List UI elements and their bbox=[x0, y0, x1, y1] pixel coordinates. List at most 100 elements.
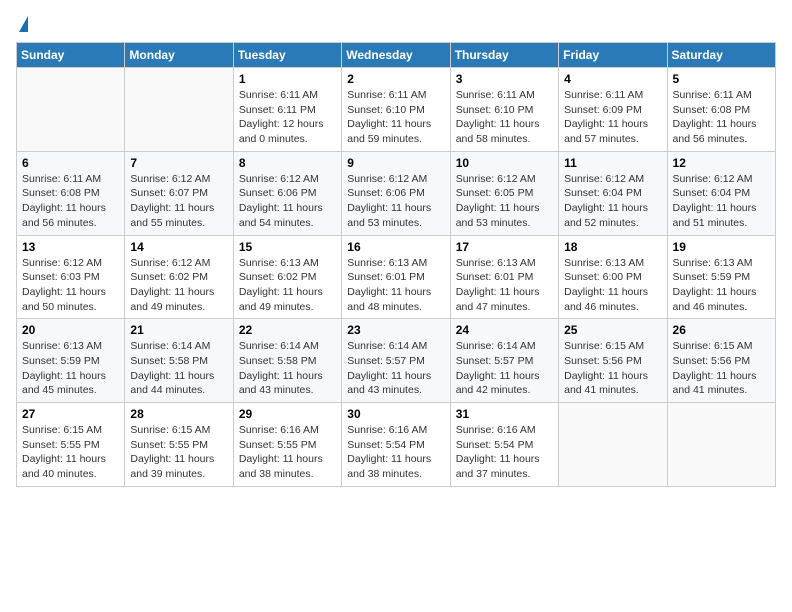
day-number: 2 bbox=[347, 72, 444, 86]
day-number: 11 bbox=[564, 156, 661, 170]
day-number: 17 bbox=[456, 240, 553, 254]
calendar-day-cell: 12 Sunrise: 6:12 AMSunset: 6:04 PMDaylig… bbox=[667, 151, 775, 235]
day-number: 26 bbox=[673, 323, 770, 337]
day-info: Sunrise: 6:14 AMSunset: 5:57 PMDaylight:… bbox=[347, 340, 431, 396]
weekday-header-cell: Tuesday bbox=[233, 43, 341, 68]
calendar-day-cell: 18 Sunrise: 6:13 AMSunset: 6:00 PMDaylig… bbox=[559, 235, 667, 319]
day-info: Sunrise: 6:13 AMSunset: 5:59 PMDaylight:… bbox=[673, 257, 757, 313]
weekday-header-cell: Friday bbox=[559, 43, 667, 68]
calendar-day-cell: 8 Sunrise: 6:12 AMSunset: 6:06 PMDayligh… bbox=[233, 151, 341, 235]
day-number: 19 bbox=[673, 240, 770, 254]
calendar-day-cell: 24 Sunrise: 6:14 AMSunset: 5:57 PMDaylig… bbox=[450, 319, 558, 403]
calendar-day-cell bbox=[17, 68, 125, 152]
logo bbox=[16, 16, 28, 30]
calendar-day-cell: 14 Sunrise: 6:12 AMSunset: 6:02 PMDaylig… bbox=[125, 235, 233, 319]
weekday-header-cell: Thursday bbox=[450, 43, 558, 68]
day-number: 20 bbox=[22, 323, 119, 337]
day-info: Sunrise: 6:11 AMSunset: 6:11 PMDaylight:… bbox=[239, 89, 324, 145]
day-info: Sunrise: 6:13 AMSunset: 6:00 PMDaylight:… bbox=[564, 257, 648, 313]
calendar-day-cell: 30 Sunrise: 6:16 AMSunset: 5:54 PMDaylig… bbox=[342, 403, 450, 487]
calendar-day-cell: 28 Sunrise: 6:15 AMSunset: 5:55 PMDaylig… bbox=[125, 403, 233, 487]
calendar-table: SundayMondayTuesdayWednesdayThursdayFrid… bbox=[16, 42, 776, 487]
calendar-day-cell: 16 Sunrise: 6:13 AMSunset: 6:01 PMDaylig… bbox=[342, 235, 450, 319]
day-info: Sunrise: 6:12 AMSunset: 6:07 PMDaylight:… bbox=[130, 173, 214, 229]
day-number: 7 bbox=[130, 156, 227, 170]
day-info: Sunrise: 6:16 AMSunset: 5:55 PMDaylight:… bbox=[239, 424, 323, 480]
calendar-day-cell: 5 Sunrise: 6:11 AMSunset: 6:08 PMDayligh… bbox=[667, 68, 775, 152]
day-number: 22 bbox=[239, 323, 336, 337]
calendar-day-cell: 13 Sunrise: 6:12 AMSunset: 6:03 PMDaylig… bbox=[17, 235, 125, 319]
day-number: 21 bbox=[130, 323, 227, 337]
day-number: 28 bbox=[130, 407, 227, 421]
day-number: 1 bbox=[239, 72, 336, 86]
calendar-week-row: 27 Sunrise: 6:15 AMSunset: 5:55 PMDaylig… bbox=[17, 403, 776, 487]
calendar-day-cell bbox=[125, 68, 233, 152]
calendar-day-cell: 31 Sunrise: 6:16 AMSunset: 5:54 PMDaylig… bbox=[450, 403, 558, 487]
day-info: Sunrise: 6:12 AMSunset: 6:02 PMDaylight:… bbox=[130, 257, 214, 313]
calendar-day-cell: 19 Sunrise: 6:13 AMSunset: 5:59 PMDaylig… bbox=[667, 235, 775, 319]
day-info: Sunrise: 6:13 AMSunset: 6:01 PMDaylight:… bbox=[347, 257, 431, 313]
calendar-day-cell: 23 Sunrise: 6:14 AMSunset: 5:57 PMDaylig… bbox=[342, 319, 450, 403]
day-number: 4 bbox=[564, 72, 661, 86]
calendar-day-cell: 4 Sunrise: 6:11 AMSunset: 6:09 PMDayligh… bbox=[559, 68, 667, 152]
calendar-day-cell: 11 Sunrise: 6:12 AMSunset: 6:04 PMDaylig… bbox=[559, 151, 667, 235]
day-number: 5 bbox=[673, 72, 770, 86]
calendar-day-cell: 22 Sunrise: 6:14 AMSunset: 5:58 PMDaylig… bbox=[233, 319, 341, 403]
weekday-header-cell: Monday bbox=[125, 43, 233, 68]
weekday-header-cell: Saturday bbox=[667, 43, 775, 68]
calendar-day-cell: 10 Sunrise: 6:12 AMSunset: 6:05 PMDaylig… bbox=[450, 151, 558, 235]
calendar-week-row: 1 Sunrise: 6:11 AMSunset: 6:11 PMDayligh… bbox=[17, 68, 776, 152]
calendar-week-row: 13 Sunrise: 6:12 AMSunset: 6:03 PMDaylig… bbox=[17, 235, 776, 319]
day-number: 18 bbox=[564, 240, 661, 254]
day-info: Sunrise: 6:16 AMSunset: 5:54 PMDaylight:… bbox=[347, 424, 431, 480]
calendar-day-cell bbox=[667, 403, 775, 487]
day-info: Sunrise: 6:14 AMSunset: 5:57 PMDaylight:… bbox=[456, 340, 540, 396]
calendar-body: 1 Sunrise: 6:11 AMSunset: 6:11 PMDayligh… bbox=[17, 68, 776, 487]
logo-triangle-icon bbox=[19, 16, 28, 32]
calendar-day-cell: 27 Sunrise: 6:15 AMSunset: 5:55 PMDaylig… bbox=[17, 403, 125, 487]
day-info: Sunrise: 6:16 AMSunset: 5:54 PMDaylight:… bbox=[456, 424, 540, 480]
day-number: 6 bbox=[22, 156, 119, 170]
weekday-header-cell: Wednesday bbox=[342, 43, 450, 68]
day-info: Sunrise: 6:12 AMSunset: 6:06 PMDaylight:… bbox=[239, 173, 323, 229]
day-info: Sunrise: 6:15 AMSunset: 5:55 PMDaylight:… bbox=[22, 424, 106, 480]
day-number: 14 bbox=[130, 240, 227, 254]
day-info: Sunrise: 6:11 AMSunset: 6:08 PMDaylight:… bbox=[673, 89, 757, 145]
day-number: 31 bbox=[456, 407, 553, 421]
calendar-day-cell: 2 Sunrise: 6:11 AMSunset: 6:10 PMDayligh… bbox=[342, 68, 450, 152]
day-number: 10 bbox=[456, 156, 553, 170]
weekday-header-cell: Sunday bbox=[17, 43, 125, 68]
day-info: Sunrise: 6:12 AMSunset: 6:03 PMDaylight:… bbox=[22, 257, 106, 313]
day-number: 3 bbox=[456, 72, 553, 86]
calendar-day-cell: 6 Sunrise: 6:11 AMSunset: 6:08 PMDayligh… bbox=[17, 151, 125, 235]
calendar-day-cell: 15 Sunrise: 6:13 AMSunset: 6:02 PMDaylig… bbox=[233, 235, 341, 319]
calendar-day-cell: 3 Sunrise: 6:11 AMSunset: 6:10 PMDayligh… bbox=[450, 68, 558, 152]
day-info: Sunrise: 6:13 AMSunset: 5:59 PMDaylight:… bbox=[22, 340, 106, 396]
day-info: Sunrise: 6:15 AMSunset: 5:56 PMDaylight:… bbox=[564, 340, 648, 396]
calendar-day-cell: 21 Sunrise: 6:14 AMSunset: 5:58 PMDaylig… bbox=[125, 319, 233, 403]
day-number: 29 bbox=[239, 407, 336, 421]
day-number: 13 bbox=[22, 240, 119, 254]
page-header bbox=[16, 16, 776, 30]
day-info: Sunrise: 6:12 AMSunset: 6:05 PMDaylight:… bbox=[456, 173, 540, 229]
calendar-day-cell bbox=[559, 403, 667, 487]
day-info: Sunrise: 6:13 AMSunset: 6:02 PMDaylight:… bbox=[239, 257, 323, 313]
day-number: 12 bbox=[673, 156, 770, 170]
day-info: Sunrise: 6:14 AMSunset: 5:58 PMDaylight:… bbox=[239, 340, 323, 396]
day-info: Sunrise: 6:12 AMSunset: 6:06 PMDaylight:… bbox=[347, 173, 431, 229]
day-info: Sunrise: 6:11 AMSunset: 6:10 PMDaylight:… bbox=[347, 89, 431, 145]
calendar-day-cell: 9 Sunrise: 6:12 AMSunset: 6:06 PMDayligh… bbox=[342, 151, 450, 235]
day-number: 16 bbox=[347, 240, 444, 254]
calendar-day-cell: 7 Sunrise: 6:12 AMSunset: 6:07 PMDayligh… bbox=[125, 151, 233, 235]
day-info: Sunrise: 6:14 AMSunset: 5:58 PMDaylight:… bbox=[130, 340, 214, 396]
day-number: 30 bbox=[347, 407, 444, 421]
calendar-day-cell: 17 Sunrise: 6:13 AMSunset: 6:01 PMDaylig… bbox=[450, 235, 558, 319]
weekday-header-row: SundayMondayTuesdayWednesdayThursdayFrid… bbox=[17, 43, 776, 68]
calendar-day-cell: 25 Sunrise: 6:15 AMSunset: 5:56 PMDaylig… bbox=[559, 319, 667, 403]
calendar-day-cell: 20 Sunrise: 6:13 AMSunset: 5:59 PMDaylig… bbox=[17, 319, 125, 403]
day-info: Sunrise: 6:15 AMSunset: 5:55 PMDaylight:… bbox=[130, 424, 214, 480]
day-number: 25 bbox=[564, 323, 661, 337]
calendar-week-row: 20 Sunrise: 6:13 AMSunset: 5:59 PMDaylig… bbox=[17, 319, 776, 403]
day-info: Sunrise: 6:12 AMSunset: 6:04 PMDaylight:… bbox=[673, 173, 757, 229]
calendar-day-cell: 1 Sunrise: 6:11 AMSunset: 6:11 PMDayligh… bbox=[233, 68, 341, 152]
